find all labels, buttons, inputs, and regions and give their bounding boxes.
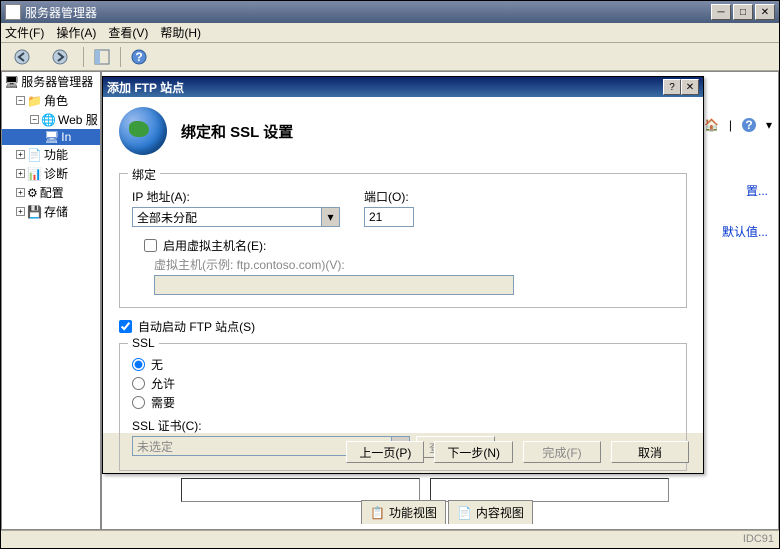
dialog-title: 添加 FTP 站点 [107, 79, 663, 96]
expand-icon[interactable]: + [16, 150, 25, 159]
globe-icon [119, 107, 167, 155]
dialog-heading: 绑定和 SSL 设置 [181, 121, 293, 142]
autostart-label: 自动启动 FTP 站点(S) [138, 318, 255, 335]
dialog-body: 绑定和 SSL 设置 绑定 IP 地址(A): ▾ 端口(O): [103, 97, 703, 433]
svg-text:?: ? [745, 118, 752, 132]
collapse-icon[interactable]: − [16, 96, 25, 105]
tree-root[interactable]: 🖥 服务器管理器 [2, 72, 100, 91]
ip-address-select[interactable] [132, 207, 322, 227]
dialog-titlebar: 添加 FTP 站点 ? ✕ [103, 77, 703, 97]
ssl-allow-radio[interactable] [132, 377, 145, 390]
virtual-host-checkbox[interactable]: 启用虚拟主机名(E): [144, 237, 674, 254]
tree-features[interactable]: +📄 功能 [2, 145, 100, 164]
expand-icon[interactable]: + [16, 188, 25, 197]
forward-button[interactable] [43, 45, 77, 69]
cancel-button[interactable]: 取消 [611, 441, 689, 463]
port-label: 端口(O): [364, 188, 414, 205]
chevron-down-icon[interactable]: ▾ [322, 207, 340, 227]
binding-group: 绑定 IP 地址(A): ▾ 端口(O): 启用虚拟主机名(E): 虚 [119, 173, 687, 308]
tree-roles[interactable]: −📁 角色 [2, 91, 100, 110]
previous-button[interactable]: 上一页(P) [346, 441, 424, 463]
virtual-host-hint: 虚拟主机(示例: ftp.contoso.com)(V): [154, 256, 674, 273]
tab-features-view[interactable]: 📋 功能视图 [361, 500, 446, 524]
add-ftp-site-dialog: 添加 FTP 站点 ? ✕ 绑定和 SSL 设置 绑定 IP 地址(A): ▾ … [102, 76, 704, 474]
close-button[interactable]: ✕ [755, 4, 775, 20]
svg-text:?: ? [135, 50, 142, 64]
binding-legend: 绑定 [128, 166, 160, 183]
ssl-none-radio[interactable] [132, 358, 145, 371]
window-title: 服务器管理器 [25, 4, 711, 21]
tree-config[interactable]: +⚙ 配置 [2, 183, 100, 202]
tree-pane[interactable]: 🖥 服务器管理器 −📁 角色 −🌐 Web 服 🖥 In +📄 功能 +📊 诊断… [1, 71, 101, 530]
status-panels [181, 478, 669, 502]
collapse-icon[interactable]: − [30, 115, 39, 124]
menu-help[interactable]: 帮助(H) [160, 24, 201, 41]
tab-content-view[interactable]: 📄 内容视图 [448, 500, 533, 524]
tree-diagnostics[interactable]: +📊 诊断 [2, 164, 100, 183]
app-icon [5, 4, 21, 20]
virtual-host-input [154, 275, 514, 295]
status-panel-left [181, 478, 420, 502]
tree-web[interactable]: −🌐 Web 服 [2, 110, 100, 129]
status-bar [1, 530, 779, 548]
dialog-help-button[interactable]: ? [663, 79, 681, 95]
ip-address-label: IP 地址(A): [132, 188, 340, 205]
back-button[interactable] [5, 45, 39, 69]
action-settings-link[interactable]: 置... [722, 182, 768, 199]
status-panel-right [430, 478, 669, 502]
menu-view[interactable]: 查看(V) [108, 24, 148, 41]
toolbar-divider [120, 47, 121, 67]
home-icon[interactable]: 🏠 [703, 116, 721, 134]
ssl-require-radio[interactable] [132, 396, 145, 409]
toolbar-divider [83, 47, 84, 67]
main-titlebar: 服务器管理器 ─ □ ✕ [1, 1, 779, 23]
help-button[interactable]: ? [127, 45, 151, 69]
autostart-checkbox[interactable] [119, 320, 132, 333]
expand-icon[interactable]: + [16, 169, 25, 178]
menu-file[interactable]: 文件(F) [5, 24, 44, 41]
expand-icon[interactable]: + [16, 207, 25, 216]
finish-button: 完成(F) [523, 441, 601, 463]
tree-storage[interactable]: +💾 存储 [2, 202, 100, 221]
toolbar: ? [1, 43, 779, 71]
help-icon[interactable]: ? [740, 116, 758, 134]
dialog-close-button[interactable]: ✕ [681, 79, 699, 95]
show-hide-tree-button[interactable] [90, 45, 114, 69]
ssl-cert-label: SSL 证书(C): [132, 419, 202, 433]
next-button[interactable]: 下一步(N) [434, 441, 513, 463]
dialog-footer: 上一页(P) 下一步(N) 完成(F) 取消 [346, 441, 689, 463]
port-input[interactable] [364, 207, 414, 227]
minimize-button[interactable]: ─ [711, 4, 731, 20]
maximize-button[interactable]: □ [733, 4, 753, 20]
ssl-legend: SSL [128, 336, 159, 350]
menu-action[interactable]: 操作(A) [56, 24, 96, 41]
watermark: IDC91 [743, 533, 774, 545]
action-defaults-link[interactable]: 默认值... [722, 223, 768, 240]
menu-bar: 文件(F) 操作(A) 查看(V) 帮助(H) [1, 23, 779, 43]
tree-internet[interactable]: 🖥 In [2, 129, 100, 145]
